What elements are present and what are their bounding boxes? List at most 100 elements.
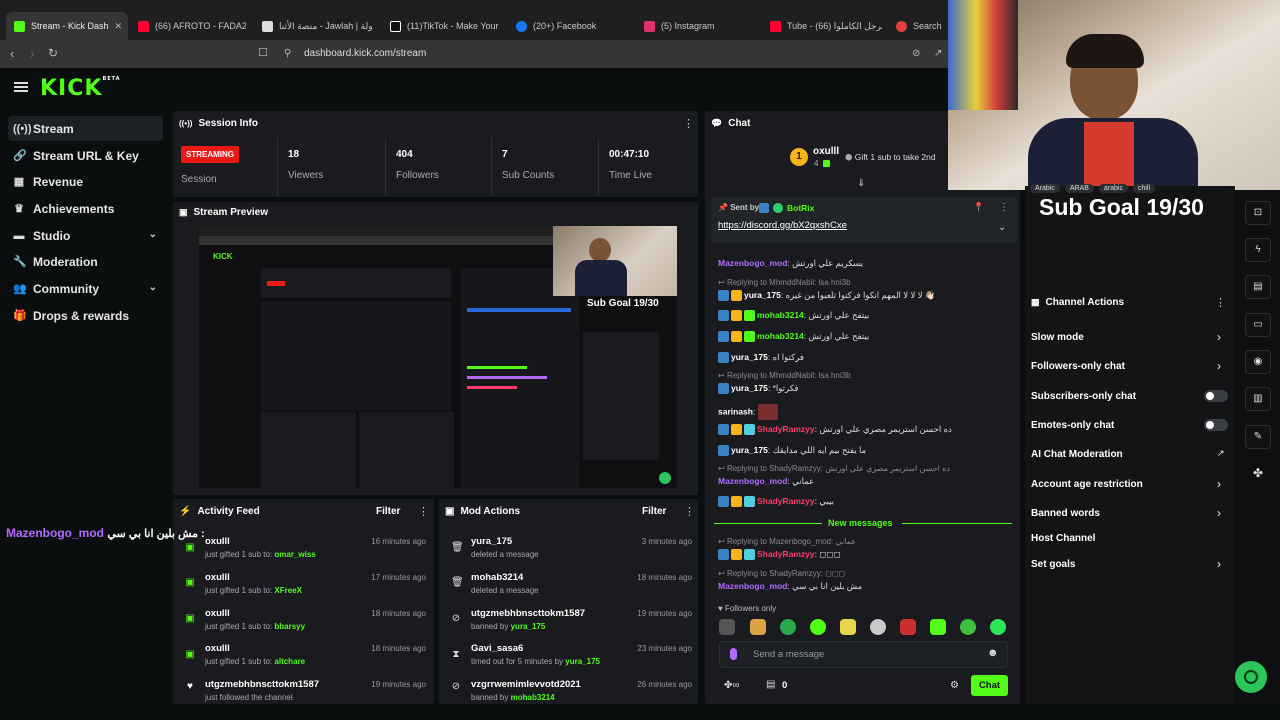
- share-icon[interactable]: ↗: [934, 44, 942, 64]
- emote-icon[interactable]: [840, 619, 856, 635]
- chat-message[interactable]: sarinash:: [718, 404, 780, 420]
- emote-icon[interactable]: [900, 619, 916, 635]
- top-gifter-name[interactable]: oxulll: [813, 146, 839, 157]
- infinity-icon[interactable]: ✤∞: [724, 680, 740, 691]
- external-link-icon[interactable]: ↗: [1217, 448, 1225, 459]
- stream-preview-video[interactable]: KICK Sub Goal 19/30: [199, 226, 677, 488]
- emote-icon[interactable]: [960, 619, 976, 635]
- host-channel-action[interactable]: Host Channel: [1031, 533, 1095, 544]
- chat-input-box[interactable]: Send a message ☻: [719, 641, 1008, 668]
- kick-logo[interactable]: KICKBETA: [40, 76, 121, 101]
- sidebar-item-stream-url[interactable]: 🔗 Stream URL & Key: [8, 143, 163, 168]
- settings-gear-icon[interactable]: ⚙: [950, 680, 959, 691]
- chat-message[interactable]: ShadyRamzyy: ◻◻◻: [718, 549, 841, 561]
- feed-username[interactable]: utgzmebhbnscttokm1587: [205, 679, 319, 690]
- address-bar[interactable]: ⚲ dashboard.kick.com/stream ⊘ ↗: [276, 44, 948, 64]
- site-info-icon[interactable]: ⚲: [284, 44, 291, 64]
- sidebar-item-stream[interactable]: ((•)) Stream: [8, 116, 163, 141]
- slow-mode-action[interactable]: Slow mode: [1031, 332, 1084, 343]
- chat-message[interactable]: ShadyRamzyy: ده احسن استريمر مصري علي او…: [718, 424, 952, 436]
- emote-icon[interactable]: [719, 619, 735, 635]
- emote-icon[interactable]: [990, 619, 1006, 635]
- chat-message[interactable]: Mazenbogo_mod: مش بلين انا بي سي: [718, 581, 862, 592]
- account-age-action[interactable]: Account age restriction: [1031, 479, 1143, 490]
- chevron-down-icon[interactable]: ⌄: [149, 229, 157, 240]
- emote-icon[interactable]: [810, 619, 826, 635]
- sidebar-item-revenue[interactable]: ▦ Revenue: [8, 169, 163, 194]
- chevron-right-icon[interactable]: ›: [1217, 477, 1221, 491]
- chat-message[interactable]: mohab3214: بيتفح علي اورتش: [718, 331, 869, 343]
- browser-tab[interactable]: Tube - الرجل الكاملوا (66): [770, 14, 882, 38]
- mod-target-username[interactable]: vzgrrwemimlevvotd2021: [471, 679, 581, 690]
- chat-message[interactable]: yura_175: لا لا لا المهم انكوا فركتوا تل…: [718, 290, 936, 302]
- gift-prompt[interactable]: ⬢ Gift 1 sub to take 2nd: [845, 152, 936, 163]
- mod-target-username[interactable]: mohab3214: [471, 572, 523, 583]
- chat-message[interactable]: Mazenbogo_mod: عماني: [718, 476, 814, 487]
- ai-moderation-action[interactable]: AI Chat Moderation: [1031, 449, 1123, 460]
- browser-tab[interactable]: (66) AFROTO - FADA2Y - Y: [138, 14, 246, 38]
- followers-only-action[interactable]: Followers-only chat: [1031, 361, 1125, 372]
- mod-target-username[interactable]: yura_175: [471, 536, 512, 547]
- reload-icon[interactable]: ↻: [48, 46, 58, 60]
- feed-username[interactable]: oxulll: [205, 536, 230, 547]
- wrench-icon[interactable]: ✎: [1245, 425, 1271, 449]
- filter-button[interactable]: Filter: [642, 506, 666, 517]
- menu-icon[interactable]: [14, 82, 28, 92]
- more-options-icon[interactable]: ⋮: [999, 202, 1009, 213]
- sidebar-item-achievements[interactable]: ♛ Achievements: [8, 196, 163, 221]
- clipboard-icon[interactable]: ▤: [1245, 275, 1271, 299]
- browser-tab[interactable]: (5) Instagram: [644, 14, 754, 38]
- chat-support-icon[interactable]: [1235, 661, 1267, 693]
- emote-icon[interactable]: [870, 619, 886, 635]
- subscribers-only-toggle[interactable]: [1204, 390, 1228, 402]
- bookmark-icon[interactable]: ☐: [258, 46, 268, 59]
- broadcast-icon[interactable]: ◉: [1245, 350, 1271, 374]
- browser-tab[interactable]: Stream - Kick Dash ✕: [6, 12, 128, 40]
- browser-tab[interactable]: (11)TikTok - Make Your Da: [390, 14, 500, 38]
- chevron-right-icon[interactable]: ›: [1217, 359, 1221, 373]
- filter-button[interactable]: Filter: [376, 506, 400, 517]
- sidebar-item-drops[interactable]: 🎁 Drops & rewards: [8, 303, 163, 328]
- pinned-link[interactable]: https://discord.gg/bX2qxshCxe: [718, 220, 847, 231]
- set-goals-action[interactable]: Set goals: [1031, 559, 1075, 570]
- back-icon[interactable]: ‹: [10, 46, 14, 61]
- emote-icon[interactable]: [930, 619, 946, 635]
- microphone-icon[interactable]: [730, 648, 737, 660]
- layout-icon[interactable]: ▥: [1245, 387, 1271, 411]
- browser-tab[interactable]: Search: [896, 14, 948, 38]
- chat-icon[interactable]: ▭: [1245, 313, 1271, 337]
- more-options-icon[interactable]: ⋮: [1215, 296, 1226, 309]
- chat-message[interactable]: ShadyRamzyy: بيبي: [718, 496, 834, 508]
- screen-icon[interactable]: ⊡: [1245, 201, 1271, 225]
- more-options-icon[interactable]: ⋮: [418, 505, 429, 518]
- sidebar-item-moderation[interactable]: 🔧 Moderation: [8, 249, 163, 274]
- chevron-right-icon[interactable]: ›: [1217, 557, 1221, 571]
- chat-message[interactable]: yura_175: ما يفتح بيم ايه اللي مدايقك: [718, 445, 866, 457]
- feed-username[interactable]: oxulll: [205, 572, 230, 583]
- collapse-icon[interactable]: ⇓: [857, 178, 865, 189]
- more-options-icon[interactable]: ⋮: [683, 117, 694, 130]
- send-chat-button[interactable]: Chat: [971, 675, 1008, 696]
- muted-tab-icon[interactable]: ⊘: [912, 44, 920, 64]
- browser-tab[interactable]: (20+) Facebook: [516, 14, 626, 38]
- forward-icon[interactable]: ›: [30, 46, 34, 61]
- sidebar-item-studio[interactable]: ▬ Studio ⌄: [8, 223, 163, 248]
- emotes-only-toggle[interactable]: [1204, 419, 1228, 431]
- emote-icon[interactable]: [780, 619, 796, 635]
- people-icon[interactable]: ✤: [1253, 466, 1263, 480]
- chevron-right-icon[interactable]: ›: [1217, 506, 1221, 520]
- close-tab-icon[interactable]: ✕: [115, 21, 123, 32]
- lightning-icon[interactable]: ϟ: [1245, 238, 1271, 262]
- chat-message[interactable]: yura_175: فركتوا اه: [718, 352, 804, 364]
- chevron-down-icon[interactable]: ⌄: [149, 282, 157, 293]
- chevron-down-icon[interactable]: ⌄: [998, 222, 1006, 233]
- browser-tab[interactable]: منصة الأثنا - Jawlah | جولة: [262, 14, 372, 38]
- chat-message[interactable]: Mazenbogo_mod: يسكريم علي اورتش: [718, 258, 863, 269]
- sidebar-item-community[interactable]: 👥 Community ⌄: [8, 276, 163, 301]
- unpin-icon[interactable]: 📍: [973, 202, 984, 213]
- gift-box-icon[interactable]: ▤: [766, 679, 775, 690]
- banned-words-action[interactable]: Banned words: [1031, 508, 1100, 519]
- mod-target-username[interactable]: utgzmebhbnscttokm1587: [471, 608, 585, 619]
- feed-username[interactable]: oxulll: [205, 643, 230, 654]
- emoji-icon[interactable]: ☻: [987, 647, 999, 659]
